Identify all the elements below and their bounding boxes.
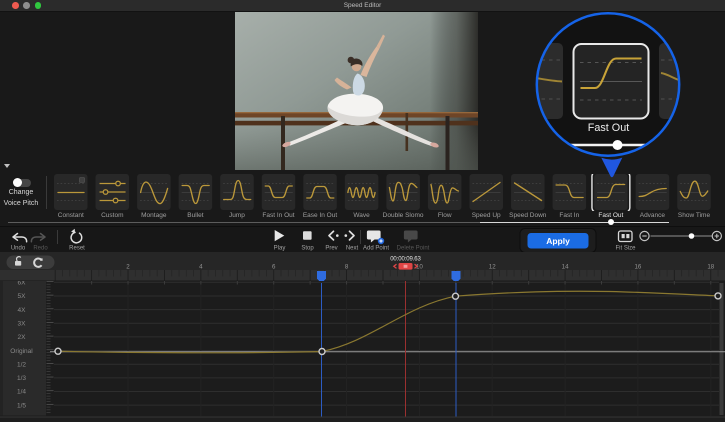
svg-text:00:00:09.63: 00:00:09.63 [390, 256, 421, 262]
svg-text:2: 2 [126, 264, 130, 271]
svg-text:Redo: Redo [33, 246, 48, 252]
svg-text:Play: Play [274, 246, 286, 252]
svg-text:3X: 3X [18, 320, 27, 327]
svg-text:Apply: Apply [546, 236, 570, 246]
svg-text:Next: Next [346, 246, 359, 252]
svg-text:Fast Out: Fast Out [588, 122, 629, 134]
svg-text:Reset: Reset [69, 246, 85, 252]
svg-text:1/4: 1/4 [17, 389, 26, 396]
svg-text:1/3: 1/3 [17, 375, 26, 382]
svg-text:1/2: 1/2 [17, 361, 26, 368]
svg-text:5X: 5X [18, 293, 27, 300]
svg-text:8: 8 [345, 264, 349, 271]
svg-text:4: 4 [199, 264, 203, 271]
svg-text:14: 14 [562, 264, 569, 271]
svg-text:1/5: 1/5 [17, 402, 26, 409]
svg-text:Prev: Prev [325, 246, 337, 252]
svg-text:Undo: Undo [11, 246, 26, 252]
svg-text:18: 18 [707, 264, 714, 271]
svg-text:6: 6 [272, 264, 276, 271]
svg-text:16: 16 [634, 264, 641, 271]
svg-text:4X: 4X [18, 307, 27, 314]
svg-text:Delete Point: Delete Point [397, 246, 430, 252]
svg-text:6X: 6X [18, 281, 27, 287]
svg-text:Original: Original [10, 348, 33, 355]
svg-text:12: 12 [489, 264, 496, 271]
svg-text:Fit Size: Fit Size [615, 246, 636, 252]
svg-text:2X: 2X [18, 334, 27, 341]
svg-text:Stop: Stop [301, 246, 314, 252]
svg-text:Add Point: Add Point [363, 246, 389, 252]
